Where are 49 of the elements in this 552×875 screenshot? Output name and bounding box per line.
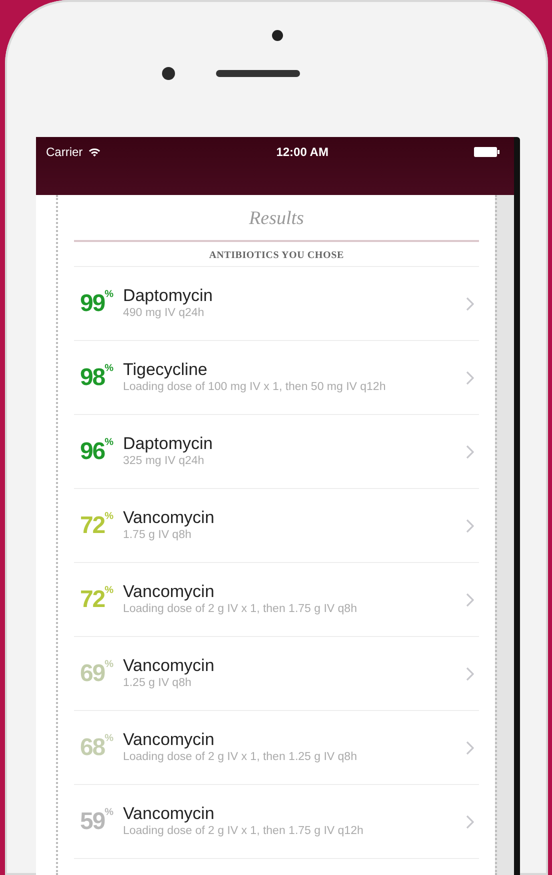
result-row[interactable]: 59$^{%}$ Vancomycin Loading dose of 2 g IV x 1, then 1.75 g IV q12h — [74, 785, 480, 859]
chevron-icon — [466, 666, 474, 680]
dose-text: 1.25 g IV q8h — [122, 676, 192, 691]
score-percent: 72$^{%}$ — [78, 512, 115, 540]
dose-text: Loading dose of 2 g IV x 1, then 1.25 g IV q8h — [122, 750, 358, 765]
battery-icon — [474, 147, 500, 157]
drug-name: Vancomycin — [122, 804, 216, 824]
result-row[interactable]: 72$^{%}$ Vancomycin Loading dose of 2 g IV x 1, then 1.75 g IV q8h — [74, 563, 480, 637]
dose-text: Loading dose of 100 mg IV x 1, then 50 mg IV q12h — [122, 380, 387, 395]
result-row[interactable]: 96$^{%}$ Daptomycin 325 mg IV q24h — [74, 415, 480, 489]
dose-text: 1.75 g IV q8h — [122, 528, 192, 543]
chevron-icon — [466, 296, 474, 310]
score-percent: 59$^{%}$ — [78, 808, 115, 836]
chevron-icon — [466, 370, 474, 384]
dose-text: 325 mg IV q24h — [122, 454, 206, 469]
chevron-icon — [466, 592, 474, 606]
camera-icon — [162, 67, 174, 80]
page-title: Results — [74, 195, 480, 242]
drug-name: Vancomycin — [122, 656, 216, 676]
dose-text: Loading dose of 2 g IV x 1, then 1.75 g IV q8h — [122, 602, 358, 617]
score-percent: 72$^{%}$ — [78, 586, 115, 614]
sensor-icon — [272, 30, 282, 41]
dose-text: Loading dose of 2 g IV x 1, then 1.75 g IV q12h — [122, 824, 364, 839]
drug-name: Tigecycline — [122, 360, 208, 380]
wifi-icon — [88, 147, 101, 157]
result-row[interactable]: 68$^{%}$ Vancomycin Loading dose of 2 g IV x 1, then 1.25 g IV q8h — [74, 711, 480, 785]
score-percent: 96$^{%}$ — [78, 438, 115, 466]
chevron-icon — [466, 814, 474, 828]
carrier-label: Carrier — [46, 145, 83, 159]
result-row[interactable]: 69$^{%}$ Vancomycin 1.25 g IV q8h — [74, 637, 480, 711]
speaker-icon — [216, 70, 300, 77]
drug-name: Vancomycin — [122, 730, 216, 750]
score-percent: 68$^{%}$ — [78, 734, 115, 762]
drug-name: Daptomycin — [122, 286, 214, 306]
result-row[interactable]: 99$^{%}$ Daptomycin 490 mg IV q24h — [74, 267, 480, 341]
score-percent: 99$^{%}$ — [78, 290, 115, 318]
drug-name: Daptomycin — [122, 434, 214, 454]
score-percent: 98$^{%}$ — [78, 364, 115, 392]
clock-time: 12:00 AM — [276, 145, 328, 159]
result-row[interactable]: 72$^{%}$ Vancomycin 1.75 g IV q8h — [74, 489, 480, 563]
chevron-icon — [466, 740, 474, 754]
result-row[interactable]: 98$^{%}$ Tigecycline Loading dose of 100 mg IV x 1, then 50 mg IV q12h — [74, 341, 480, 415]
chevron-icon — [466, 444, 474, 458]
chevron-icon — [466, 518, 474, 532]
drug-name: Vancomycin — [122, 582, 216, 602]
section-header: ANTIBIOTICS YOU CHOSE — [74, 242, 480, 267]
score-percent: 69$^{%}$ — [78, 660, 115, 688]
drug-name: Vancomycin — [122, 508, 216, 528]
dose-text: 490 mg IV q24h — [122, 306, 206, 321]
